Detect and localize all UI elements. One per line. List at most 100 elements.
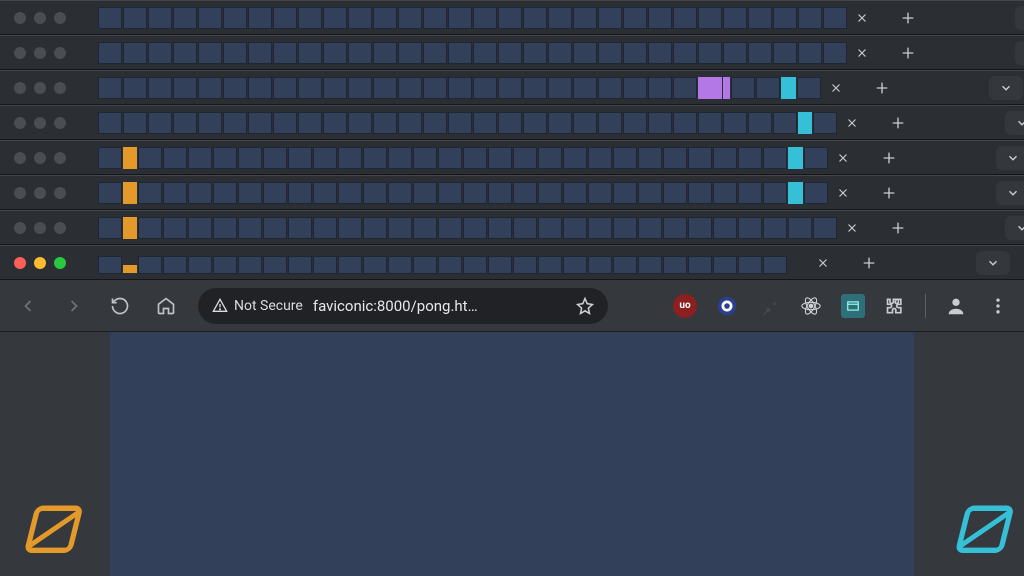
tab-favicon-cell[interactable] <box>313 256 337 274</box>
tab-favicon-cell[interactable] <box>173 77 197 99</box>
tab-favicon-cell[interactable] <box>123 112 147 134</box>
tab-favicon-cell[interactable] <box>513 217 537 239</box>
tab-favicon-cell[interactable] <box>797 77 821 99</box>
tab-favicon-cell[interactable] <box>263 182 287 204</box>
tab-favicon-cell[interactable] <box>98 217 122 239</box>
nav-back-button[interactable] <box>14 292 42 320</box>
tab-favicon-cell[interactable] <box>413 182 437 204</box>
tab-favicon-cell[interactable] <box>538 217 562 239</box>
tab-favicon-cell[interactable] <box>448 42 472 64</box>
tab-favicon-cell[interactable] <box>663 217 687 239</box>
tab-favicon-cell[interactable] <box>588 147 612 169</box>
tab-favicon-cell[interactable] <box>473 112 497 134</box>
browser-window-background[interactable] <box>0 70 1024 105</box>
tab-favicon-cell[interactable] <box>388 217 412 239</box>
tab-favicon-cell[interactable] <box>213 217 237 239</box>
tab-favicon-cell[interactable] <box>723 77 730 99</box>
tab-favicon-cell[interactable] <box>723 7 747 29</box>
new-tab-button[interactable] <box>874 181 904 205</box>
tab-favicon-cell[interactable] <box>288 182 312 204</box>
new-tab-button[interactable] <box>893 41 923 65</box>
tab-favicon-cell[interactable] <box>323 42 347 64</box>
tab-favicon-cell[interactable] <box>98 147 122 169</box>
tab-favicon-cell[interactable] <box>123 7 147 29</box>
tab-favicon-cell[interactable] <box>448 7 472 29</box>
tab-favicon-cell[interactable] <box>298 42 322 64</box>
tab-favicon-cell[interactable] <box>423 42 447 64</box>
tab-favicon-cell[interactable] <box>323 77 347 99</box>
tab-list-dropdown-button[interactable] <box>1015 6 1024 30</box>
close-tab-button[interactable] <box>821 76 851 100</box>
tab-favicon-cell[interactable] <box>313 217 337 239</box>
tab-favicon-cell[interactable] <box>238 147 262 169</box>
tab-favicon-cell[interactable] <box>798 42 822 64</box>
tab-favicon-cell[interactable] <box>688 182 712 204</box>
browser-menu-icon[interactable] <box>986 294 1010 318</box>
tab-favicon-cell[interactable] <box>498 112 522 134</box>
tab-favicon-cell[interactable] <box>588 256 612 274</box>
tab-favicon-cell[interactable] <box>804 182 828 204</box>
tab-favicon-cell[interactable] <box>463 182 487 204</box>
close-tab-button[interactable] <box>837 216 867 240</box>
tab-favicon-cell[interactable] <box>163 147 187 169</box>
browser-window-background[interactable] <box>0 0 1024 35</box>
tab-favicon-cell[interactable] <box>223 42 247 64</box>
window-resizer-icon[interactable] <box>841 294 865 318</box>
tab-favicon-cell[interactable] <box>813 112 837 134</box>
tab-favicon-cell[interactable] <box>513 182 537 204</box>
tab-favicon-cell[interactable] <box>198 42 222 64</box>
tab-favicon-cell[interactable] <box>198 77 222 99</box>
tab-favicon-cell[interactable] <box>781 77 795 99</box>
tab-favicon-cell[interactable] <box>573 42 597 64</box>
tab-favicon-cell[interactable] <box>248 77 272 99</box>
tab-favicon-cell[interactable] <box>713 217 737 239</box>
tab-favicon-cell[interactable] <box>438 147 462 169</box>
tab-favicon-cell[interactable] <box>388 256 412 274</box>
tab-favicon-cell[interactable] <box>213 182 237 204</box>
tab-list-dropdown-button[interactable] <box>1015 41 1024 65</box>
tab-favicon-cell[interactable] <box>363 217 387 239</box>
tab-favicon-cell[interactable] <box>288 256 312 274</box>
tab-favicon-cell[interactable] <box>338 256 362 274</box>
tab-favicon-cell[interactable] <box>613 256 637 274</box>
close-tab-button[interactable] <box>808 251 838 275</box>
tab-favicon-cell[interactable] <box>163 256 187 274</box>
tab-favicon-cell[interactable] <box>173 112 197 134</box>
tab-favicon-cell[interactable] <box>798 7 822 29</box>
tab-favicon-cell[interactable] <box>673 77 697 99</box>
tab-favicon-cell[interactable] <box>398 7 422 29</box>
tab-favicon-cell[interactable] <box>98 182 122 204</box>
tab-favicon-cell[interactable] <box>473 77 497 99</box>
tab-favicon-cell[interactable] <box>348 112 372 134</box>
new-tab-button[interactable] <box>893 6 923 30</box>
tab-favicon-cell[interactable] <box>773 7 797 29</box>
tab-favicon-cell[interactable] <box>623 77 647 99</box>
new-tab-button[interactable] <box>883 216 913 240</box>
tab-favicon-cell[interactable] <box>698 77 722 99</box>
tab-favicon-cell[interactable] <box>663 182 687 204</box>
tab-favicon-cell[interactable] <box>488 256 512 274</box>
tab-favicon-cell[interactable] <box>98 7 122 29</box>
tab-favicon-cell[interactable] <box>798 112 812 134</box>
bookmark-star-icon[interactable] <box>576 297 594 315</box>
tab-favicon-cell[interactable] <box>173 7 197 29</box>
tab-favicon-cell[interactable] <box>248 42 272 64</box>
tab-favicon-cell[interactable] <box>188 182 212 204</box>
tab-favicon-cell[interactable] <box>148 77 172 99</box>
tab-favicon-cell[interactable] <box>423 7 447 29</box>
address-bar[interactable]: Not Secure faviconic:8000/pong.ht… <box>198 288 608 324</box>
tab-favicon-cell[interactable] <box>588 217 612 239</box>
tab-favicon-cell[interactable] <box>673 7 697 29</box>
tab-favicon-cell[interactable] <box>223 7 247 29</box>
tab-favicon-cell[interactable] <box>148 42 172 64</box>
ublock-icon[interactable]: uo <box>673 294 697 318</box>
tab-favicon-cell[interactable] <box>363 147 387 169</box>
tab-favicon-cell[interactable] <box>673 42 697 64</box>
tab-favicon-cell[interactable] <box>313 182 337 204</box>
tab-favicon-cell[interactable] <box>398 112 422 134</box>
tab-favicon-cell[interactable] <box>373 42 397 64</box>
tab-favicon-cell[interactable] <box>138 217 162 239</box>
tab-favicon-cell[interactable] <box>613 147 637 169</box>
tab-favicon-cell[interactable] <box>188 217 212 239</box>
tab-favicon-cell[interactable] <box>448 77 472 99</box>
